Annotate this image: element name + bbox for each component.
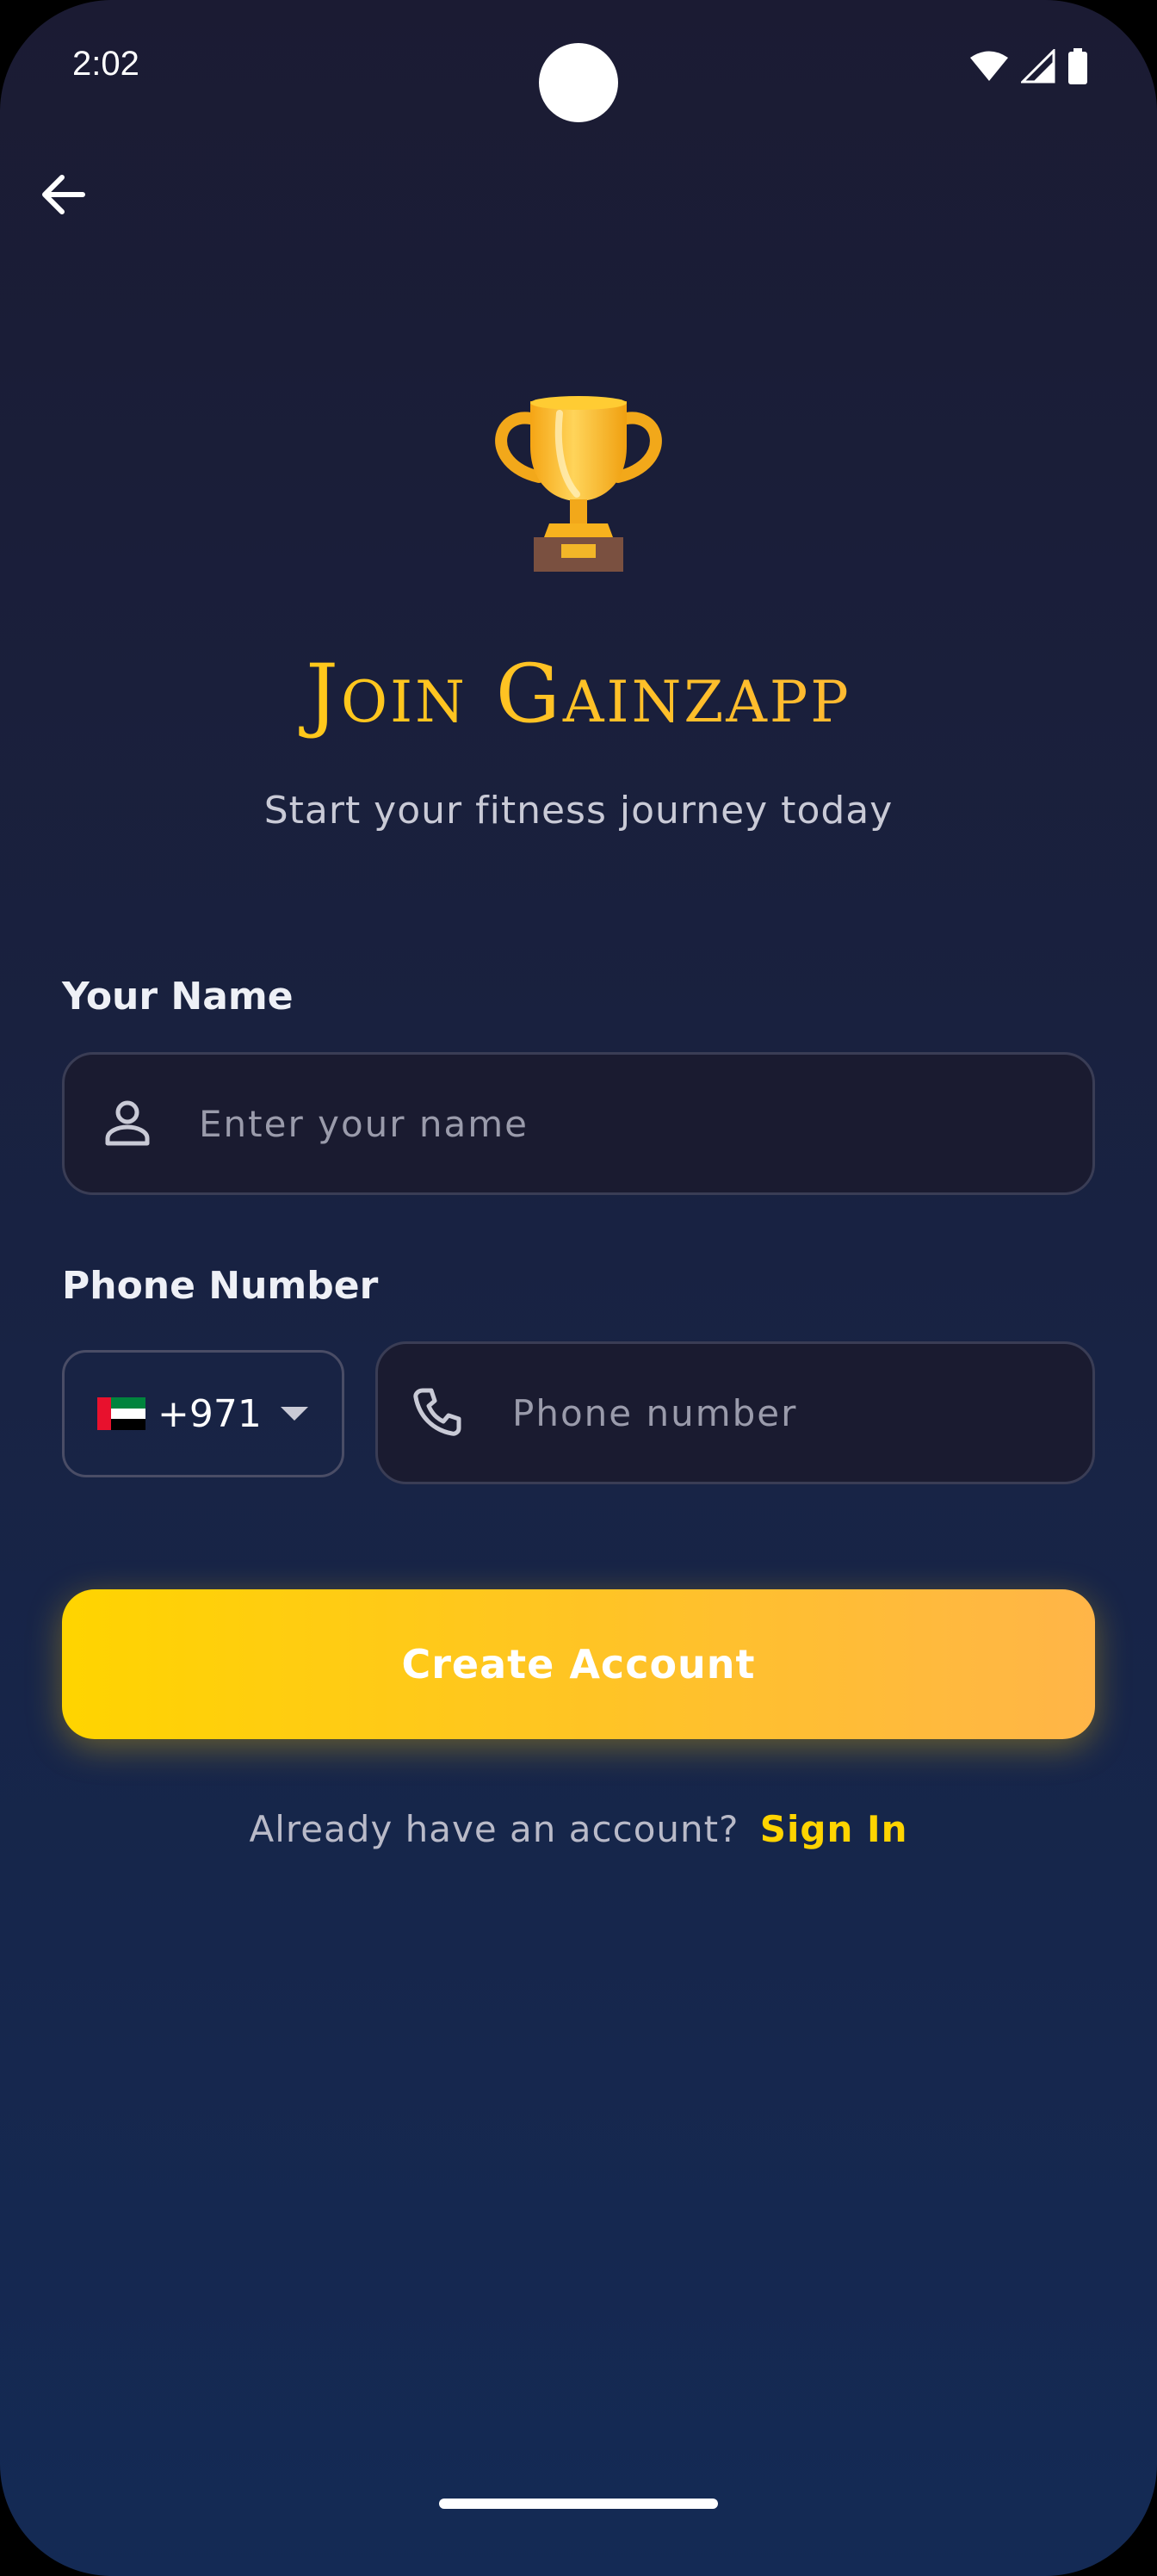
camera-cutout [539, 43, 618, 122]
signal-icon [1019, 47, 1055, 87]
create-account-button[interactable]: Create Account [62, 1589, 1095, 1739]
country-code-selector[interactable]: +971 [62, 1350, 344, 1477]
wifi-icon [969, 50, 1009, 86]
phone-label: Phone Number [62, 1264, 379, 1308]
trophy-icon [487, 394, 670, 572]
page-title: Join Gainzapp [0, 647, 1157, 741]
status-icons [969, 47, 1088, 88]
name-input[interactable] [197, 1055, 1058, 1192]
phone-input[interactable] [510, 1344, 1058, 1482]
battery-icon [1067, 48, 1088, 88]
page-subtitle: Start your fitness journey today [263, 789, 894, 833]
phone-field[interactable] [375, 1341, 1095, 1484]
name-label: Your Name [62, 975, 294, 1019]
home-indicator[interactable] [439, 2499, 718, 2509]
arrow-left-icon [38, 174, 86, 219]
sign-in-link[interactable]: Sign In [760, 1808, 908, 1850]
chevron-down-icon [280, 1407, 308, 1421]
uae-flag-icon [97, 1397, 145, 1430]
back-button[interactable] [34, 169, 90, 224]
app-screen: 2:02 Join Gainzapp Start your fitness jo… [0, 0, 1157, 2576]
status-time: 2:02 [72, 45, 139, 83]
name-field[interactable] [62, 1052, 1095, 1195]
phone-icon [411, 1385, 462, 1440]
signin-prompt: Already have an account? Sign In [0, 1808, 1157, 1850]
signin-prompt-text: Already have an account? [249, 1808, 739, 1850]
person-icon [102, 1097, 152, 1150]
country-code: +971 [158, 1391, 262, 1436]
